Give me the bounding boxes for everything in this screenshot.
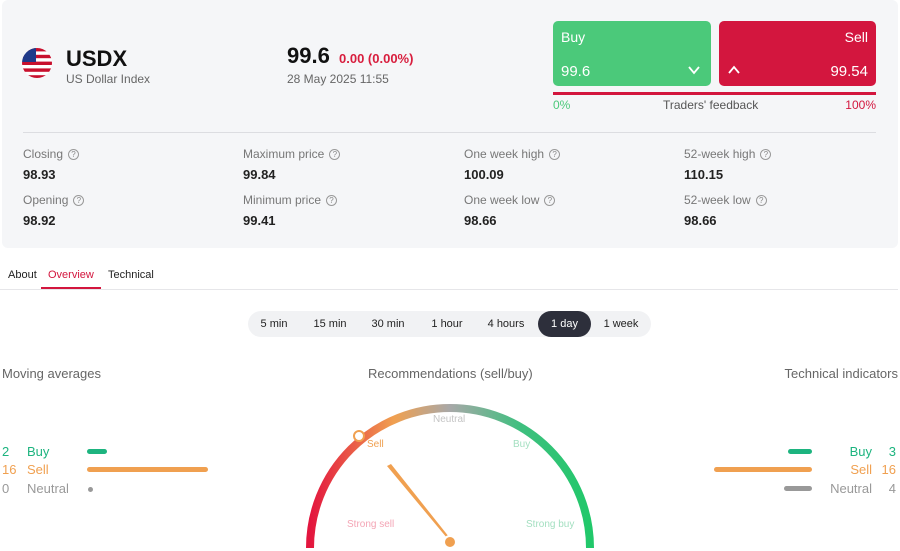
- ma-sell-label: Sell: [27, 462, 49, 477]
- timeframe-1-week[interactable]: 1 week: [594, 311, 648, 337]
- active-tab-indicator: [41, 287, 101, 289]
- ma-buy-bar: [87, 449, 107, 454]
- price-timestamp: 28 May 2025 11:55: [287, 72, 389, 86]
- gauge-label-neutral: Neutral: [433, 414, 465, 425]
- gauge-marker: [353, 430, 365, 442]
- gauge-label-sell: Sell: [367, 439, 384, 450]
- timeframe-4-hours[interactable]: 4 hours: [478, 311, 534, 337]
- help-icon[interactable]: ?: [544, 194, 556, 206]
- ma-buy-count: 2: [2, 444, 10, 459]
- ti-buy-bar: [788, 449, 812, 454]
- price-change: 0.00 (0.00%): [339, 51, 414, 66]
- stat-minimum-price: Minimum price? 99.41: [243, 193, 338, 228]
- ti-neutral-label: Neutral: [830, 481, 872, 496]
- gauge-label-strong-buy: Strong buy: [526, 519, 574, 530]
- stat-value: 98.92: [23, 213, 56, 228]
- instrument-name: US Dollar Index: [66, 72, 151, 86]
- feedback-high: 100%: [845, 98, 876, 112]
- chevron-up-icon: [728, 65, 740, 74]
- stat-opening: Opening? 98.92: [23, 193, 85, 228]
- technical-indicators-title: Technical indicators: [784, 366, 898, 381]
- feedback-low: 0%: [553, 98, 571, 112]
- instrument-symbol: USDX: [66, 46, 128, 71]
- stat-label: 52-week high: [684, 147, 756, 161]
- help-icon[interactable]: ?: [760, 148, 772, 160]
- ti-buy-label: Buy: [849, 444, 872, 459]
- stat-value: 110.15: [684, 167, 724, 182]
- timeframe-1-hour[interactable]: 1 hour: [418, 311, 476, 337]
- stat-value: 98.66: [464, 213, 497, 228]
- stat-label: One week low: [464, 193, 540, 207]
- stat-value: 98.93: [23, 167, 56, 182]
- ma-sell-bar: [87, 467, 208, 472]
- stat-label: Opening: [23, 193, 69, 207]
- ti-buy-count: 3: [888, 444, 896, 459]
- gauge-needle-hub: [445, 537, 455, 547]
- ma-neutral-count: 0: [2, 481, 10, 496]
- moving-averages-title: Moving averages: [2, 366, 101, 381]
- sell-price: 99.54: [830, 63, 868, 80]
- stat-value: 99.41: [243, 213, 276, 228]
- buy-button[interactable]: Buy 99.6: [553, 21, 711, 86]
- gauge-needle: [387, 464, 453, 542]
- help-icon[interactable]: ?: [73, 194, 85, 206]
- stat-52-week-high: 52-week high? 110.15: [684, 147, 772, 182]
- ma-sell-count: 16: [2, 462, 17, 477]
- gauge-label-buy: Buy: [513, 439, 530, 450]
- ti-sell-count: 16: [881, 462, 896, 477]
- timeframe-15-min[interactable]: 15 min: [302, 311, 358, 337]
- timeframe-5-min[interactable]: 5 min: [248, 311, 300, 337]
- timeframe-1-day[interactable]: 1 day: [538, 311, 591, 337]
- help-icon[interactable]: ?: [549, 148, 561, 160]
- feedback-label: Traders' feedback: [663, 98, 759, 112]
- stat-label: Closing: [23, 147, 64, 161]
- ti-neutral-count: 4: [888, 481, 896, 496]
- ma-neutral-bar: [88, 487, 93, 492]
- gauge-label-strong-sell: Strong sell: [347, 519, 394, 530]
- current-price: 99.6: [287, 43, 330, 68]
- help-icon[interactable]: ?: [755, 194, 767, 206]
- timeframe-selector: 5 min 15 min 30 min 1 hour 4 hours 1 day…: [248, 311, 651, 337]
- ma-neutral-label: Neutral: [27, 481, 69, 496]
- ti-sell-bar: [714, 467, 812, 472]
- panel-divider: [23, 132, 876, 133]
- stat-value: 99.84: [243, 167, 276, 182]
- tab-technical[interactable]: Technical: [108, 269, 154, 281]
- help-icon[interactable]: ?: [329, 148, 341, 160]
- buy-price: 99.6: [561, 63, 591, 80]
- traders-feedback-bar: [553, 92, 876, 95]
- us-flag-icon: [22, 48, 52, 78]
- recommendations-title: Recommendations (sell/buy): [368, 366, 533, 381]
- buy-label: Buy: [561, 29, 586, 45]
- timeframe-30-min[interactable]: 30 min: [360, 311, 416, 337]
- help-icon[interactable]: ?: [68, 148, 80, 160]
- sell-label: Sell: [844, 29, 868, 45]
- stat-label: One week high: [464, 147, 545, 161]
- help-icon[interactable]: ?: [326, 194, 338, 206]
- tab-overview[interactable]: Overview: [48, 269, 94, 281]
- tab-bar: About Overview Technical: [0, 262, 898, 290]
- stat-closing: Closing? 98.93: [23, 147, 80, 182]
- ti-neutral-bar: [784, 486, 812, 491]
- ma-buy-label: Buy: [27, 444, 50, 459]
- recommendation-gauge: Strong sell Sell Neutral Buy Strong buy: [306, 404, 594, 549]
- chevron-down-icon: [688, 66, 700, 75]
- stat-label: 52-week low: [684, 193, 751, 207]
- stat-label: Minimum price: [243, 193, 322, 207]
- stat-maximum-price: Maximum price? 99.84: [243, 147, 341, 182]
- stat-value: 98.66: [684, 213, 717, 228]
- stat-label: Maximum price: [243, 147, 325, 161]
- stat-one-week-low: One week low? 98.66: [464, 193, 556, 228]
- sell-button[interactable]: Sell 99.54: [719, 21, 876, 86]
- stat-one-week-high: One week high? 100.09: [464, 147, 561, 182]
- ti-sell-label: Sell: [850, 462, 872, 477]
- stat-value: 100.09: [464, 167, 504, 182]
- tab-about[interactable]: About: [8, 269, 37, 281]
- stat-52-week-low: 52-week low? 98.66: [684, 193, 767, 228]
